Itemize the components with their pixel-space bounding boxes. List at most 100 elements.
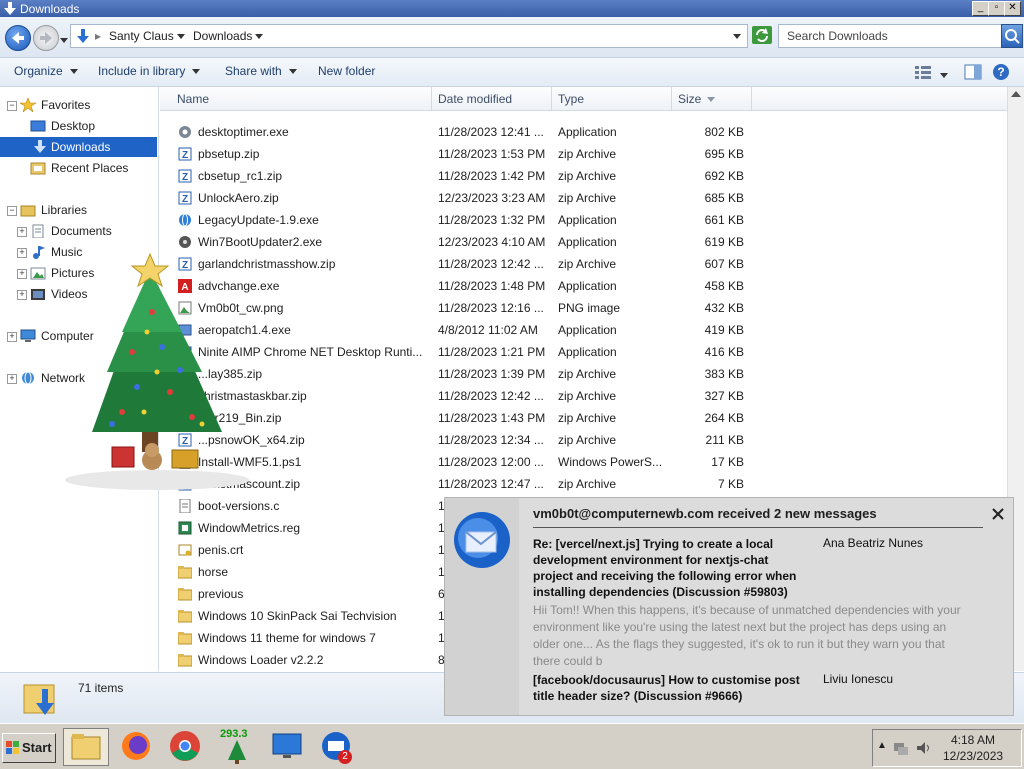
file-type: Windows PowerS... xyxy=(558,455,662,469)
column-header-name[interactable]: Name xyxy=(177,92,209,106)
crumb-dropdown-icon[interactable] xyxy=(177,29,185,43)
new-folder-button[interactable]: New folder xyxy=(318,64,375,78)
file-date: 11/28/2023 1:21 PM xyxy=(438,345,546,359)
expand-documents-icon[interactable]: + xyxy=(17,227,27,237)
crumb-dropdown-icon[interactable] xyxy=(255,29,263,43)
expand-music-icon[interactable]: + xyxy=(17,248,27,258)
back-button[interactable] xyxy=(5,25,31,51)
expand-computer-icon[interactable]: + xyxy=(7,332,17,342)
network-status-icon[interactable] xyxy=(893,740,909,756)
new-mail-notification[interactable]: vm0b0t@computernewb.com received 2 new m… xyxy=(444,497,1014,716)
maximize-button[interactable]: ▫ xyxy=(988,1,1005,16)
nav-libraries-label: Libraries xyxy=(41,203,88,217)
nav-desktop-label: Desktop xyxy=(51,119,96,133)
share-label: Share with xyxy=(225,64,282,78)
taskbar-remote-desktop-button[interactable] xyxy=(265,728,309,764)
file-date: 11/28/2023 12:41 ... xyxy=(438,125,544,139)
christmas-tree-gadget[interactable] xyxy=(52,252,262,497)
organize-menu[interactable]: Organize xyxy=(14,64,78,78)
star-icon xyxy=(20,98,36,112)
preview-pane-icon[interactable] xyxy=(964,63,982,81)
show-hidden-icons-icon[interactable]: ▲ xyxy=(877,740,887,751)
view-options-icon[interactable] xyxy=(914,64,932,80)
breadcrumb-santy-claus[interactable]: Santy Claus xyxy=(109,29,174,43)
table-row[interactable]: LegacyUpdate-1.9.exe 11/28/2023 1:32 PM Ap… xyxy=(160,209,760,231)
column-divider[interactable] xyxy=(751,87,752,110)
column-header-date[interactable]: Date modified xyxy=(438,92,512,106)
address-box[interactable]: ▸ Santy Claus Downloads xyxy=(70,24,748,48)
table-row[interactable]: Zcbsetup_rc1.zip 11/28/2023 1:42 PM zip Ar… xyxy=(160,165,760,187)
start-button[interactable]: Start xyxy=(2,733,56,763)
message-item[interactable]: [facebook/docusaurus] How to customise p… xyxy=(533,672,983,708)
table-row[interactable]: Z UnlockAero.zip 12/23/2023 3:23 AM zip Arc… xyxy=(160,187,760,209)
system-tray: ▲ 4:18 AM 12/23/2023 xyxy=(872,729,1022,767)
file-type: Application xyxy=(558,125,617,139)
nav-downloads[interactable]: Downloads xyxy=(0,137,157,157)
file-type: Application xyxy=(558,213,617,227)
file-size: 458 KB xyxy=(704,279,744,293)
share-with-menu[interactable]: Share with xyxy=(225,64,297,78)
chevron-down-icon xyxy=(69,69,78,75)
search-input[interactable]: Search Downloads xyxy=(778,24,1002,48)
search-button[interactable] xyxy=(1001,24,1023,48)
file-name: penis.crt xyxy=(198,543,244,557)
collapse-libraries-icon[interactable]: − xyxy=(7,206,17,216)
refresh-button[interactable] xyxy=(752,26,772,44)
view-dropdown-icon[interactable] xyxy=(940,68,948,82)
address-history-icon[interactable] xyxy=(733,29,741,43)
title-bar[interactable]: Downloads _ ▫ ✕ xyxy=(0,0,1024,17)
column-divider[interactable] xyxy=(551,87,552,110)
table-row[interactable]: Win7BootUpdater2.exe 12/23/2023 4:10 AM Ap… xyxy=(160,231,760,253)
close-button[interactable]: ✕ xyxy=(1004,1,1021,16)
size-label: Size xyxy=(678,92,702,106)
volume-icon[interactable] xyxy=(915,740,931,756)
column-header-type[interactable]: Type xyxy=(558,92,584,106)
help-icon[interactable]: ? xyxy=(991,62,1011,82)
clock-time[interactable]: 4:18 AM xyxy=(951,733,995,747)
downloads-location-icon xyxy=(77,29,89,43)
expand-pictures-icon[interactable]: + xyxy=(17,269,27,279)
taskbar-explorer-button[interactable] xyxy=(63,728,109,766)
svg-text:?: ? xyxy=(997,65,1004,79)
disk-file-icon xyxy=(179,236,191,248)
unread-badge: 2 xyxy=(338,750,352,764)
expand-videos-icon[interactable]: + xyxy=(17,290,27,300)
include-in-library-menu[interactable]: Include in library xyxy=(98,64,201,78)
minimize-button[interactable]: _ xyxy=(972,1,989,16)
history-dropdown-icon[interactable] xyxy=(60,33,68,47)
file-size: 661 KB xyxy=(704,213,744,227)
sort-descending-icon xyxy=(707,97,716,103)
clock-date[interactable]: 12/23/2023 xyxy=(943,749,1003,763)
file-name: Windows 11 theme for windows 7 xyxy=(198,631,376,645)
message-item[interactable]: Re: [vercel/next.js] Trying to create a … xyxy=(533,536,983,668)
music-icon xyxy=(33,246,45,259)
forward-button[interactable] xyxy=(33,25,59,51)
file-type: PNG image xyxy=(558,301,621,315)
collapse-favorites-icon[interactable]: − xyxy=(7,101,17,111)
breadcrumb-downloads[interactable]: Downloads xyxy=(193,29,252,43)
scroll-up-icon[interactable] xyxy=(1011,91,1021,97)
downloads-arrow-icon xyxy=(4,2,16,15)
file-date: 11/28/2023 12:47 ... xyxy=(438,477,544,491)
taskbar-tree-counter-button[interactable]: 293.3 xyxy=(214,728,258,764)
file-type: zip Archive xyxy=(558,147,617,161)
pictures-icon xyxy=(30,267,46,280)
file-name: horse xyxy=(198,565,229,579)
file-type: zip Archive xyxy=(558,389,617,403)
svg-text:Z: Z xyxy=(182,194,188,205)
file-type: Application xyxy=(558,235,617,249)
expand-network-icon[interactable]: + xyxy=(7,374,17,384)
table-row[interactable]: desktoptimer.exe 11/28/2023 12:41 ... Appl… xyxy=(160,121,760,143)
taskbar-chrome-button[interactable] xyxy=(163,728,207,764)
crumb-separator-icon: ▸ xyxy=(95,29,102,43)
column-divider[interactable] xyxy=(671,87,672,110)
table-row[interactable]: Zpbsetup.zip 11/28/2023 1:53 PM zip Archiv… xyxy=(160,143,760,165)
close-notification-icon[interactable] xyxy=(991,507,1005,521)
taskbar-thunderbird-button[interactable]: 2 xyxy=(314,728,358,764)
organize-label: Organize xyxy=(14,64,63,78)
column-divider[interactable] xyxy=(431,87,432,110)
taskbar-firefox-button[interactable] xyxy=(114,728,158,764)
column-header-size[interactable]: Size xyxy=(678,92,716,106)
message-sender: Ana Beatriz Nunes xyxy=(823,536,924,550)
libraries-icon xyxy=(20,205,36,217)
